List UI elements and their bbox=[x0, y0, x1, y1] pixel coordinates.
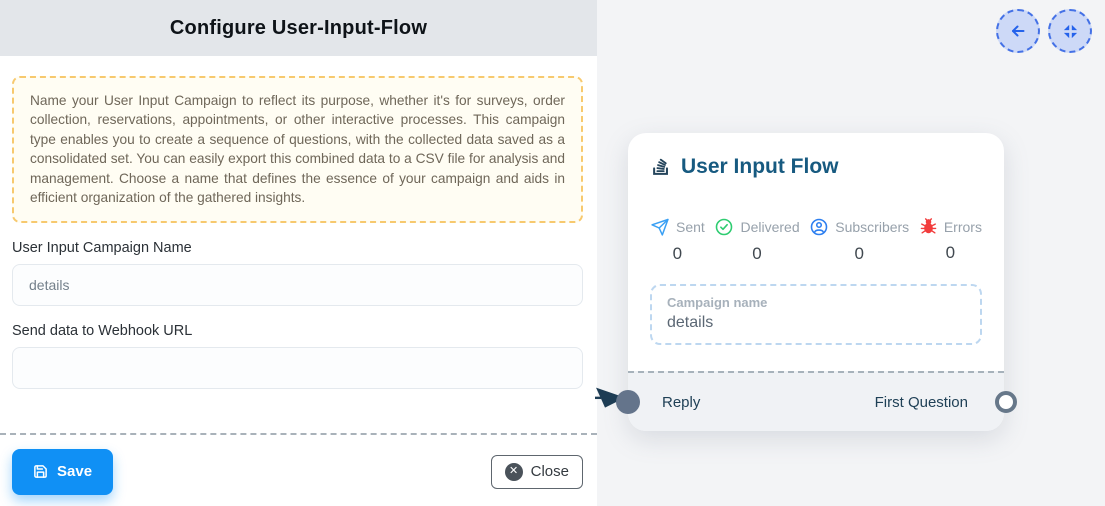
stat-value: 0 bbox=[854, 244, 863, 264]
node-stats: Sent 0 Delivered 0 bbox=[650, 217, 982, 264]
dialog-actions: Save ✕ Close bbox=[12, 435, 583, 495]
compress-icon bbox=[1062, 23, 1079, 40]
webhook-url-label: Send data to Webhook URL bbox=[12, 323, 583, 339]
stat-value: 0 bbox=[752, 244, 761, 264]
dialog-body: Name your User Input Campaign to reflect… bbox=[0, 56, 597, 495]
save-button[interactable]: Save bbox=[12, 449, 113, 495]
stat-subscribers: Subscribers 0 bbox=[809, 217, 909, 264]
arrow-left-icon bbox=[1009, 22, 1027, 40]
close-icon: ✕ bbox=[505, 463, 523, 481]
first-question-label: First Question bbox=[875, 394, 968, 411]
send-icon bbox=[650, 217, 670, 237]
stat-delivered: Delivered 0 bbox=[714, 217, 799, 264]
flow-builder-screen: Configure User-Input-Flow Name your User… bbox=[0, 0, 1105, 506]
bug-icon bbox=[919, 217, 938, 236]
stat-label: Subscribers bbox=[835, 219, 909, 235]
stack-icon bbox=[650, 156, 672, 178]
dialog-title: Configure User-Input-Flow bbox=[170, 17, 427, 40]
configure-dialog: Configure User-Input-Flow Name your User… bbox=[0, 0, 597, 506]
dialog-header: Configure User-Input-Flow bbox=[0, 0, 597, 56]
check-circle-icon bbox=[714, 217, 734, 237]
campaign-preview-value: details bbox=[667, 314, 965, 332]
node-title: User Input Flow bbox=[681, 155, 839, 179]
node-footer: Reply First Question bbox=[628, 371, 1004, 431]
reply-input-handle[interactable] bbox=[616, 390, 640, 414]
stat-label: Errors bbox=[944, 219, 982, 235]
user-circle-icon bbox=[809, 217, 829, 237]
back-button[interactable] bbox=[996, 9, 1040, 53]
save-button-label: Save bbox=[57, 463, 92, 480]
first-question-output-handle[interactable] bbox=[995, 391, 1017, 413]
stat-value: 0 bbox=[673, 244, 682, 264]
campaign-info-note: Name your User Input Campaign to reflect… bbox=[12, 76, 583, 223]
stat-label: Delivered bbox=[740, 219, 799, 235]
close-button[interactable]: ✕ Close bbox=[491, 455, 583, 489]
stat-value: 0 bbox=[946, 243, 955, 263]
campaign-name-label: User Input Campaign Name bbox=[12, 240, 583, 256]
campaign-preview-label: Campaign name bbox=[667, 295, 965, 310]
webhook-url-input[interactable] bbox=[12, 347, 583, 389]
campaign-name-preview[interactable]: Campaign name details bbox=[650, 284, 982, 345]
save-icon bbox=[33, 464, 48, 479]
close-button-label: Close bbox=[531, 463, 569, 480]
fit-view-button[interactable] bbox=[1048, 9, 1092, 53]
node-title-row: User Input Flow bbox=[650, 155, 982, 179]
stat-sent: Sent 0 bbox=[650, 217, 705, 264]
user-input-flow-node[interactable]: User Input Flow Sent 0 bbox=[628, 133, 1004, 431]
node-body: User Input Flow Sent 0 bbox=[628, 133, 1004, 371]
campaign-name-input[interactable] bbox=[12, 264, 583, 306]
reply-label: Reply bbox=[662, 394, 700, 411]
stat-label: Sent bbox=[676, 219, 705, 235]
stat-errors: Errors 0 bbox=[919, 217, 982, 264]
